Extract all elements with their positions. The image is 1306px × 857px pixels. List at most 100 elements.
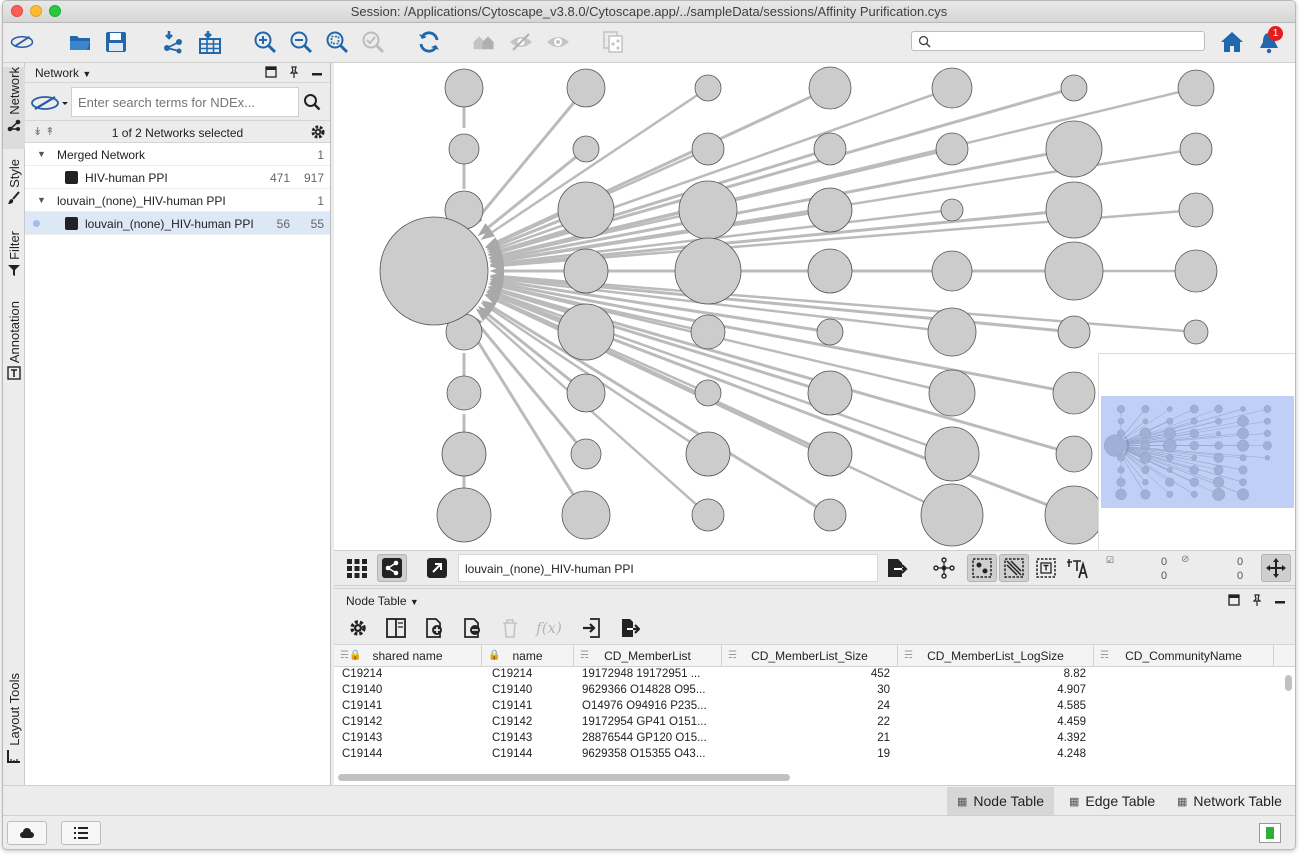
table-cell[interactable]: 452 xyxy=(726,668,890,680)
network-node[interactable] xyxy=(436,487,492,543)
collection-row[interactable]: ▼ Merged Network 1 xyxy=(25,143,330,166)
network-node[interactable] xyxy=(557,181,615,239)
network-node[interactable] xyxy=(920,483,984,547)
task-list-button[interactable] xyxy=(61,821,101,845)
network-node[interactable] xyxy=(1057,315,1091,349)
table-cell[interactable]: 24 xyxy=(726,700,890,712)
network-node[interactable] xyxy=(1044,485,1104,545)
tab-edge-table[interactable]: ▦ Edge Table xyxy=(1059,787,1165,815)
table-cell[interactable]: C19142 xyxy=(342,716,472,728)
network-node[interactable] xyxy=(1183,319,1209,345)
network-node[interactable] xyxy=(807,248,853,294)
table-cell[interactable]: 9629366 O14828 O95... xyxy=(582,684,718,696)
tab-node-table[interactable]: ▦ Node Table xyxy=(947,787,1054,815)
network-node[interactable] xyxy=(1044,241,1104,301)
network-view-button[interactable] xyxy=(377,554,407,582)
table-cell[interactable]: 8.82 xyxy=(902,668,1086,680)
table-cell[interactable]: C19140 xyxy=(342,684,472,696)
export-network-button[interactable] xyxy=(882,554,912,582)
table-cell[interactable]: 4.459 xyxy=(902,716,1086,728)
column-header[interactable]: ☴🔒 shared name xyxy=(334,645,482,667)
table-cell[interactable]: C19214 xyxy=(342,668,472,680)
pin-icon[interactable] xyxy=(1250,593,1264,607)
table-cell[interactable]: 4.585 xyxy=(902,700,1086,712)
table-cell[interactable]: 19172954 GP41 O151... xyxy=(582,716,718,728)
zoom-out-icon[interactable] xyxy=(286,27,316,57)
search-icon[interactable] xyxy=(303,93,321,111)
table-row[interactable]: C19144 C19144 9629358 O15355 O43... 19 4.248 xyxy=(334,747,1279,763)
network-node[interactable] xyxy=(570,438,602,470)
tab-filter[interactable]: Filter xyxy=(3,231,25,287)
gear-icon[interactable] xyxy=(310,124,326,140)
float-panel-icon[interactable] xyxy=(264,65,278,79)
import-table-button[interactable] xyxy=(580,617,604,639)
first-neighbors-button[interactable] xyxy=(929,554,959,582)
network-node[interactable] xyxy=(690,314,726,350)
network-node[interactable] xyxy=(924,426,980,482)
save-icon[interactable] xyxy=(101,27,131,57)
network-node[interactable] xyxy=(931,67,973,109)
table-options-button[interactable] xyxy=(346,617,370,639)
network-node[interactable] xyxy=(685,431,731,477)
table-horizontal-scrollbar[interactable] xyxy=(338,773,1278,783)
table-row[interactable]: C19142 C19142 19172954 GP41 O151... 22 4.459 xyxy=(334,715,1279,731)
network-node[interactable] xyxy=(1045,120,1103,178)
refresh-icon[interactable] xyxy=(414,27,444,57)
table-cell[interactable]: C19140 xyxy=(492,684,572,696)
network-node[interactable] xyxy=(563,248,609,294)
table-cell[interactable]: 4.392 xyxy=(902,732,1086,744)
network-node[interactable] xyxy=(691,498,725,532)
tab-network-table[interactable]: ▦ Network Table xyxy=(1167,787,1292,815)
detach-view-button[interactable] xyxy=(422,554,452,582)
network-row-selected[interactable]: louvain_(none)_HIV-human PPI 56 55 xyxy=(25,212,330,235)
network-node[interactable] xyxy=(1179,132,1213,166)
minimize-panel-icon[interactable] xyxy=(310,65,324,79)
collection-row[interactable]: ▼ louvain_(none)_HIV-human PPI 1 xyxy=(25,189,330,212)
open-folder-icon[interactable] xyxy=(65,27,95,57)
network-node[interactable] xyxy=(928,369,976,417)
cytoscape-logo-icon[interactable] xyxy=(7,27,37,57)
pin-icon[interactable] xyxy=(287,65,301,79)
import-table-icon[interactable] xyxy=(195,27,225,57)
grid-view-button[interactable] xyxy=(342,554,372,582)
column-header[interactable]: ☴ CD_MemberList xyxy=(574,645,722,667)
zoom-in-icon[interactable] xyxy=(250,27,280,57)
network-node[interactable] xyxy=(1055,435,1093,473)
memory-indicator[interactable] xyxy=(1259,823,1281,843)
import-network-icon[interactable] xyxy=(158,27,188,57)
network-node[interactable] xyxy=(807,187,853,233)
table-cell[interactable]: 4.907 xyxy=(902,684,1086,696)
table-cell[interactable]: C19141 xyxy=(492,700,572,712)
toolbar-search[interactable] xyxy=(911,31,1205,51)
hub-node[interactable] xyxy=(379,216,489,326)
network-panel-dropdown[interactable]: Network ▼ xyxy=(35,66,91,80)
search-input[interactable] xyxy=(936,33,1198,49)
network-node[interactable] xyxy=(1174,249,1218,293)
network-node[interactable] xyxy=(807,370,853,416)
table-row[interactable]: C19214 C19214 19172948 19172951 ... 452 8.82 xyxy=(334,667,1279,683)
select-annotations-toggle[interactable] xyxy=(1031,554,1061,582)
network-node[interactable] xyxy=(674,237,742,305)
float-panel-icon[interactable] xyxy=(1227,593,1241,607)
network-node[interactable] xyxy=(931,250,973,292)
network-node[interactable] xyxy=(566,373,606,413)
export-table-button[interactable] xyxy=(618,617,642,639)
network-node[interactable] xyxy=(566,68,606,108)
network-node[interactable] xyxy=(935,132,969,166)
table-cell[interactable]: C19143 xyxy=(492,732,572,744)
overview-viewport[interactable] xyxy=(1101,396,1294,508)
network-node[interactable] xyxy=(927,307,977,357)
select-edges-toggle[interactable] xyxy=(999,554,1029,582)
table-cell[interactable]: 19172948 19172951 ... xyxy=(582,668,718,680)
network-node[interactable] xyxy=(557,303,615,361)
table-cell[interactable]: C19143 xyxy=(342,732,472,744)
tab-network[interactable]: Network xyxy=(3,67,25,149)
network-node[interactable] xyxy=(813,498,847,532)
network-node[interactable] xyxy=(940,198,964,222)
cloud-button[interactable] xyxy=(7,821,47,845)
select-nodes-toggle[interactable] xyxy=(967,554,997,582)
network-node[interactable] xyxy=(572,135,600,163)
network-node[interactable] xyxy=(1052,371,1096,415)
table-cell[interactable]: C19142 xyxy=(492,716,572,728)
table-row[interactable]: C19140 C19140 9629366 O14828 O95... 30 4.907 xyxy=(334,683,1279,699)
